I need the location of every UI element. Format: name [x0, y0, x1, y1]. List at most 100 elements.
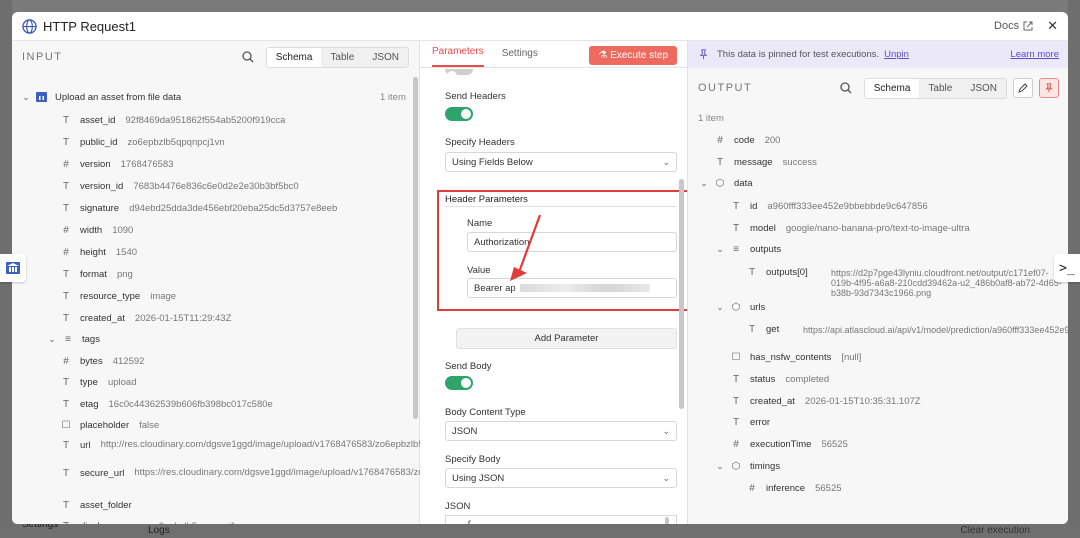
input-field-row[interactable]: # width 1090	[60, 220, 133, 240]
output-created-at-row[interactable]: T created_at 2026-01-15T10:35:31.107Z	[730, 392, 921, 410]
input-field-row[interactable]: Tsignature d94ebd25dda3de456ebf20eba25dc5…	[60, 198, 337, 218]
parameters-scrollbar[interactable]	[679, 179, 684, 409]
input-header: INPUT Schema Table JSON	[12, 41, 419, 73]
field-key: secure_url	[80, 468, 125, 479]
chevron-down-icon[interactable]: ⌄	[714, 302, 726, 313]
input-field-row[interactable]: ☐ placeholder false	[60, 416, 160, 436]
field-key: model	[750, 222, 776, 234]
input-asset-folder-row[interactable]: T asset_folder	[60, 495, 142, 515]
output-outputs0-row[interactable]: T outputs[0]	[746, 263, 818, 281]
input-node-icon[interactable]	[0, 254, 26, 282]
field-key: tags	[82, 333, 100, 345]
field-value: https://api.atlascloud.ai/api/v1/model/p…	[803, 325, 1068, 335]
add-parameter-button[interactable]: Add Parameter	[456, 328, 677, 349]
output-id-row[interactable]: T id a960fff333ee452e9bbebbde9c647856	[730, 197, 928, 215]
chevron-down-icon[interactable]: ⌄	[20, 92, 32, 103]
output-code-row[interactable]: # code 200	[714, 131, 780, 149]
output-has-nsfw-row[interactable]: ☐ has_nsfw_contents [null]	[730, 348, 862, 366]
input-field-row[interactable]: # version 1768476583	[60, 154, 173, 174]
chevron-down-icon[interactable]: ⌄	[46, 334, 58, 345]
input-field-row[interactable]: Tasset_id 92f8469da951862f554ab5200f919cc…	[60, 110, 286, 130]
input-secure-url-row[interactable]: T secure_url https://res.cloudinary.com/…	[60, 468, 529, 492]
input-field-row[interactable]: Tversion_id 7683b4476e836c6e0d2e2e30b3bf5…	[60, 176, 299, 196]
input-field-row[interactable]: Tformat png	[60, 264, 133, 284]
output-error-row[interactable]: T error	[730, 413, 780, 431]
output-get-row[interactable]: T get	[746, 320, 789, 338]
text-type-icon: T	[748, 323, 756, 335]
specify-body-value: Using JSON	[452, 472, 505, 484]
search-icon[interactable]	[840, 82, 852, 94]
input-url-row[interactable]: T url http://res.cloudinary.com/dgsve1gg…	[60, 440, 491, 464]
specify-body-select[interactable]: Using JSON ⌄	[445, 468, 677, 488]
input-scrollbar[interactable]	[413, 77, 418, 419]
output-view-table[interactable]: Table	[919, 79, 961, 98]
execute-step-button[interactable]: ⚗ Execute step	[589, 46, 677, 65]
text-type-icon: T	[62, 114, 70, 126]
pin-icon	[699, 49, 708, 60]
output-view-switch: Schema Table JSON	[863, 77, 1007, 99]
body-content-type-select[interactable]: JSON ⌄	[445, 421, 677, 441]
text-type-icon: T	[62, 268, 70, 280]
docs-link[interactable]: Docs	[994, 20, 1033, 32]
input-field-row[interactable]: Tresource_type image	[60, 286, 176, 306]
output-view-json[interactable]: JSON	[961, 79, 1006, 98]
tab-parameters[interactable]: Parameters	[432, 46, 484, 67]
input-tags-row[interactable]: ⌄ ≡ tags	[46, 329, 110, 349]
input-panel: INPUT Schema Table JSON ⌄ Upload an asse…	[12, 41, 529, 525]
output-inference-row[interactable]: # inference 56525	[746, 479, 841, 497]
external-link-icon	[1023, 21, 1033, 31]
output-message-row[interactable]: T message success	[714, 153, 817, 171]
input-root-row[interactable]: ⌄ Upload an asset from file data	[20, 87, 191, 107]
output-urls-row[interactable]: ⌄ ⬡ urls	[714, 298, 775, 316]
chevron-down-icon[interactable]: ⌄	[698, 178, 710, 189]
partial-toggle[interactable]	[445, 69, 473, 81]
chevron-down-icon[interactable]: ⌄	[714, 244, 726, 255]
output-view-schema[interactable]: Schema	[864, 78, 920, 98]
field-value: false	[139, 420, 160, 431]
field-value: google/nano-banana-pro/text-to-image-ult…	[785, 222, 970, 234]
output-item-count: 1 item	[698, 112, 724, 124]
pin-data-button[interactable]	[1039, 78, 1059, 98]
chevron-down-icon[interactable]: ⌄	[714, 461, 726, 472]
search-icon[interactable]	[242, 51, 254, 63]
json-editor[interactable]: {	[445, 515, 677, 524]
input-view-schema[interactable]: Schema	[266, 47, 322, 67]
output-execution-time-row[interactable]: # executionTime 56525	[730, 435, 848, 453]
input-field-row[interactable]: # bytes 412592	[60, 351, 144, 371]
input-field-row[interactable]: Tpublic_id zo6epbzlb5qpqnpcj1vn	[60, 132, 225, 152]
input-field-row[interactable]: Ttype upload	[60, 373, 137, 393]
list-icon: ≡	[733, 243, 739, 255]
input-view-json[interactable]: JSON	[363, 48, 408, 67]
output-node-chevron-icon[interactable]: >_	[1054, 254, 1080, 282]
specify-headers-label: Specify Headers	[445, 137, 515, 148]
input-view-table[interactable]: Table	[321, 48, 363, 67]
field-key: version_id	[80, 180, 124, 192]
send-body-toggle[interactable]	[445, 376, 473, 390]
input-display-name-row[interactable]: T display_name zo6epbzlb5qpqnpcj1vn	[60, 516, 246, 525]
modal-header: HTTP Request1 Docs ✕	[12, 12, 1068, 41]
output-data-row[interactable]: ⌄ ⬡ data	[698, 174, 763, 192]
close-icon[interactable]: ✕	[1047, 18, 1058, 34]
flask-icon: ⚗	[598, 50, 608, 61]
tab-settings[interactable]: Settings	[502, 48, 538, 67]
input-field-row[interactable]: Tetag 16c0c44362539b606fb398bc017c580e	[60, 394, 273, 414]
input-field-row[interactable]: # height 1540	[60, 242, 137, 262]
input-label: INPUT	[22, 51, 63, 63]
output-status-row[interactable]: T status completed	[730, 370, 829, 388]
learn-more-link[interactable]: Learn more	[1010, 49, 1059, 60]
output-outputs-row[interactable]: ⌄ ≡ outputs	[714, 240, 791, 258]
edit-output-button[interactable]	[1013, 78, 1033, 98]
json-editor-scrollbar[interactable]	[665, 517, 669, 524]
output-timings-row[interactable]: ⌄ ⬡ timings	[714, 457, 790, 475]
text-type-icon: T	[732, 373, 740, 385]
body-content-type-label: Body Content Type	[445, 407, 526, 418]
output-model-row[interactable]: T model google/nano-banana-pro/text-to-i…	[730, 219, 970, 237]
unpin-link[interactable]: Unpin	[884, 49, 909, 60]
field-key: outputs	[750, 243, 782, 255]
text-type-icon: T	[732, 416, 740, 428]
send-headers-toggle[interactable]	[445, 107, 473, 121]
input-field-row[interactable]: Tcreated_at 2026-01-15T11:29:43Z	[60, 308, 231, 328]
specify-headers-select[interactable]: Using Fields Below ⌄	[445, 152, 677, 172]
json-editor-text: {	[466, 520, 472, 524]
field-key: placeholder	[80, 420, 130, 431]
